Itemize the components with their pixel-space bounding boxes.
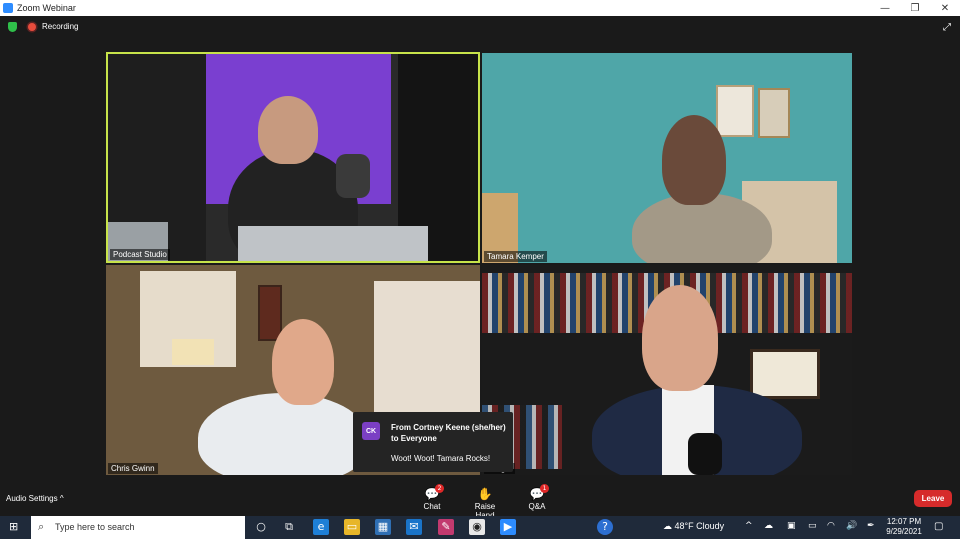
chat-button[interactable]: 💬 2 Chat bbox=[412, 484, 452, 511]
tile-name-label: Podcast Studio bbox=[110, 249, 170, 260]
clock-time: 12:07 PM bbox=[886, 517, 922, 526]
window-controls: — ❐ ✕ bbox=[870, 3, 960, 14]
chevron-up-icon: ^ bbox=[59, 494, 64, 503]
video-tile-tamara-kemper[interactable]: Tamara Kemper bbox=[482, 53, 852, 263]
help-icon[interactable]: ? bbox=[597, 519, 613, 535]
wifi-icon[interactable]: ◠ bbox=[827, 521, 835, 531]
qa-icon: 💬 1 bbox=[517, 484, 557, 502]
security-shield-icon[interactable] bbox=[8, 22, 17, 32]
weather-widget[interactable]: ☁ 48°F Cloudy bbox=[663, 521, 724, 532]
qa-label: Q&A bbox=[528, 502, 546, 511]
microphone bbox=[688, 433, 722, 475]
window-title: Zoom Webinar bbox=[17, 3, 76, 13]
notification-icon[interactable]: ▢ bbox=[934, 521, 943, 532]
weather-text: 48°F Cloudy bbox=[674, 521, 725, 531]
participant-head bbox=[272, 319, 334, 405]
zoom-taskbar-icon[interactable]: ▶ bbox=[500, 519, 516, 535]
chat-icon: 💬 2 bbox=[412, 484, 452, 502]
video-tile-podcast-studio[interactable]: Podcast Studio bbox=[106, 52, 480, 263]
taskbar-search-input[interactable]: ⌕ Type here to search bbox=[31, 516, 245, 539]
pen-icon[interactable]: ✒ bbox=[867, 521, 875, 531]
chat-label: Chat bbox=[423, 502, 441, 511]
search-placeholder: Type here to search bbox=[55, 522, 135, 532]
volume-icon[interactable]: 🔊 bbox=[846, 521, 857, 531]
paint-icon[interactable]: ✎ bbox=[438, 519, 454, 535]
search-icon: ⌕ bbox=[38, 520, 45, 533]
laptop bbox=[238, 226, 428, 261]
audio-settings-button[interactable]: Audio Settings ^ bbox=[6, 494, 64, 503]
wall-picture bbox=[258, 285, 282, 341]
audio-settings-label: Audio Settings bbox=[6, 494, 58, 503]
chat-message: Woot! Woot! Tamara Rocks! bbox=[391, 454, 491, 463]
chat-notification[interactable]: CK From Cortney Keene (she/her) to Every… bbox=[353, 412, 513, 472]
zoom-logo-icon bbox=[3, 3, 13, 13]
cortana-icon[interactable]: ○ bbox=[253, 519, 269, 535]
battery-icon[interactable]: ▭ bbox=[808, 521, 817, 531]
framed-certificate bbox=[750, 349, 820, 399]
window-titlebar: Zoom Webinar — ❐ ✕ bbox=[0, 0, 960, 16]
qa-badge: 1 bbox=[540, 484, 549, 493]
meeting-topbar bbox=[0, 16, 960, 38]
task-view-icon[interactable]: ⧉ bbox=[281, 519, 297, 535]
edge-browser-icon[interactable]: e bbox=[313, 519, 329, 535]
close-button[interactable]: ✕ bbox=[930, 3, 960, 14]
tile-name-label: Tamara Kemper bbox=[484, 251, 547, 262]
video-tile-fonger[interactable]: Fonger bbox=[482, 265, 852, 475]
wall-frame bbox=[758, 88, 790, 138]
clock-date: 9/29/2021 bbox=[886, 527, 922, 536]
qa-button[interactable]: 💬 1 Q&A bbox=[517, 484, 557, 511]
avatar: CK bbox=[362, 422, 380, 440]
system-clock[interactable]: 12:07 PM 9/29/2021 bbox=[886, 517, 922, 537]
tile-name-label: Chris Gwinn bbox=[108, 463, 158, 474]
chat-sender: From Cortney Keene (she/her) to Everyone bbox=[391, 423, 506, 443]
microphone bbox=[336, 154, 370, 198]
raise-hand-icon: ✋ bbox=[477, 487, 493, 501]
participant-head bbox=[662, 115, 726, 205]
lamp bbox=[172, 339, 214, 365]
fullscreen-icon[interactable]: ⤢ bbox=[943, 22, 951, 33]
windows-start-icon[interactable]: ⊞ bbox=[9, 521, 21, 533]
file-explorer-icon[interactable]: ▭ bbox=[344, 519, 360, 535]
app-icon[interactable]: ◉ bbox=[469, 519, 485, 535]
leave-button[interactable]: Leave bbox=[914, 490, 952, 507]
minimize-button[interactable]: — bbox=[870, 3, 900, 14]
raise-hand-button[interactable]: ✋ Raise Hand bbox=[465, 486, 505, 520]
participant-head bbox=[258, 96, 318, 164]
recording-label: Recording bbox=[42, 22, 79, 31]
store-icon[interactable]: ▦ bbox=[375, 519, 391, 535]
tray-app-icon[interactable]: ▣ bbox=[787, 521, 796, 531]
recording-icon bbox=[28, 23, 36, 31]
restore-button[interactable]: ❐ bbox=[900, 3, 930, 14]
tray-overflow-icon[interactable]: ^ bbox=[745, 521, 753, 531]
participant-head bbox=[642, 285, 718, 391]
weather-icon: ☁ bbox=[663, 521, 675, 531]
wall-frame bbox=[716, 85, 754, 137]
mail-icon[interactable]: ✉ bbox=[406, 519, 422, 535]
cloud-icon[interactable]: ☁ bbox=[764, 521, 773, 531]
chat-badge: 2 bbox=[435, 484, 444, 493]
participant-figure bbox=[198, 393, 368, 475]
